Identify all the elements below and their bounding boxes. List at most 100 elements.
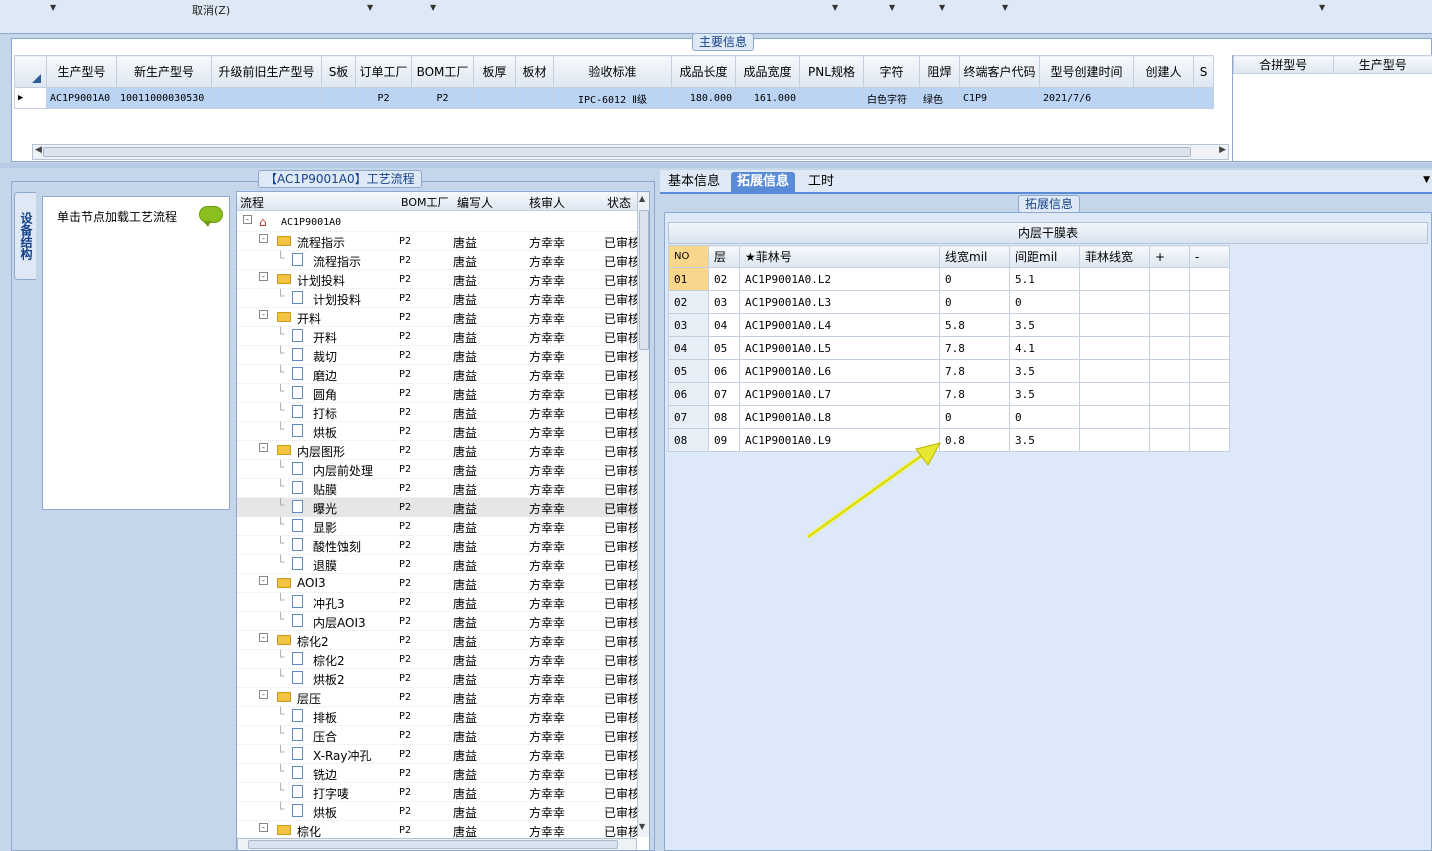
table-cell[interactable]: P2 [355,87,412,109]
chevron-down-icon[interactable]: ▼ [939,3,945,12]
table-cell[interactable]: 05 [668,359,709,383]
table-cell[interactable] [1079,428,1150,452]
tree-row[interactable]: └ 贴膜 P2 唐益 方幸幸 已审核 [237,479,640,498]
column-header[interactable]: 板材 [515,55,554,88]
column-header[interactable]: 线宽mil [939,245,1010,268]
tree-row[interactable]: └ 磨边 P2 唐益 方幸幸 已审核 [237,365,640,384]
table-cell[interactable]: 3.5 [1009,313,1080,337]
tree-row[interactable]: └ 计划投料 P2 唐益 方幸幸 已审核 [237,289,640,308]
column-header[interactable]: NO [668,245,709,268]
tree-row[interactable]: - 流程指示 P2 唐益 方幸幸 已审核 [237,232,640,251]
column-header[interactable]: BOM工厂 [411,55,474,88]
table-cell[interactable] [1079,313,1150,337]
table-cell[interactable]: 06 [708,359,740,383]
tab-extended-info[interactable]: 拓展信息 [731,172,796,194]
table-cell[interactable]: AC1P9001A0.L5 [739,336,940,360]
table-cell[interactable]: P2 [411,87,474,109]
table-cell[interactable] [1149,382,1190,406]
column-header[interactable]: 生产型号 [46,55,117,88]
table-cell[interactable]: 0.8 [939,428,1010,452]
table-cell[interactable]: 3.5 [1009,359,1080,383]
collapse-icon[interactable]: - [259,272,268,281]
chevron-down-icon[interactable]: ▼ [367,3,373,12]
table-cell[interactable] [1189,313,1230,337]
column-header[interactable]: PNL规格 [799,55,864,88]
table-row[interactable]: 03 04 AC1P9001A0.L4 5.8 3.5 [668,313,1230,337]
table-cell[interactable]: IPC-6012 Ⅱ级 [553,87,672,109]
table-cell[interactable]: 0 [939,290,1010,314]
tree-row[interactable]: └ 烘板 P2 唐益 方幸幸 已审核 [237,802,640,821]
tree-row[interactable]: - 内层图形 P2 唐益 方幸幸 已审核 [237,441,640,460]
table-cell[interactable]: 01 [668,267,709,291]
table-row[interactable]: 05 06 AC1P9001A0.L6 7.8 3.5 [668,359,1230,383]
table-cell[interactable] [1193,87,1214,109]
tree-row[interactable]: └ 烘板 P2 唐益 方幸幸 已审核 [237,422,640,441]
table-cell[interactable]: 161.000 [735,87,800,109]
column-header[interactable]: 创建人 [1133,55,1194,88]
tree-row[interactable]: └ 酸性蚀刻 P2 唐益 方幸幸 已审核 [237,536,640,555]
tree-row[interactable]: └ 显影 P2 唐益 方幸幸 已审核 [237,517,640,536]
chevron-down-icon[interactable]: ▼ [1002,3,1008,12]
column-header[interactable]: 生产型号 [1332,55,1432,74]
table-cell[interactable]: 05 [708,336,740,360]
tree-row[interactable]: └ X-Ray冲孔 P2 唐益 方幸幸 已审核 [237,745,640,764]
table-cell[interactable] [1189,290,1230,314]
tree-row[interactable]: └ 冲孔3 P2 唐益 方幸幸 已审核 [237,593,640,612]
table-cell[interactable] [1149,267,1190,291]
table-row[interactable]: 07 08 AC1P9001A0.L8 0 0 [668,405,1230,429]
table-row[interactable]: 04 05 AC1P9001A0.L5 7.8 4.1 [668,336,1230,360]
table-cell[interactable] [1149,405,1190,429]
table-cell[interactable] [1189,382,1230,406]
collapse-icon[interactable]: - [259,690,268,699]
table-cell[interactable]: AC1P9001A0.L6 [739,359,940,383]
column-header[interactable]: + [1149,245,1190,268]
tree-row[interactable]: └ 内层前处理 P2 唐益 方幸幸 已审核 [237,460,640,479]
chevron-down-icon[interactable]: ▼ [1319,3,1325,12]
tree-row[interactable]: └ 开料 P2 唐益 方幸幸 已审核 [237,327,640,346]
tree-row[interactable]: - 层压 P2 唐益 方幸幸 已审核 [237,688,640,707]
collapse-icon[interactable]: - [259,823,268,832]
column-header[interactable]: 板厚 [473,55,516,88]
tree-root[interactable]: - ⌂ AC1P9001A0 [237,213,637,232]
column-header[interactable]: BOM工厂 [401,194,449,210]
table-row[interactable]: ▶ AC1P9001A0 10011000030530 P2 P2 IPC-6012 Ⅱ级… [14,87,1214,109]
table-cell[interactable]: AC1P9001A0.L4 [739,313,940,337]
table-cell[interactable]: 02 [668,290,709,314]
column-header[interactable]: 核审人 [529,194,565,211]
table-cell[interactable]: 02 [708,267,740,291]
tree-row[interactable]: └ 铣边 P2 唐益 方幸幸 已审核 [237,764,640,783]
table-cell[interactable] [1149,336,1190,360]
table-cell[interactable]: 0 [939,405,1010,429]
table-cell[interactable]: 03 [668,313,709,337]
table-cell[interactable] [1133,87,1194,109]
table-cell[interactable]: 04 [668,336,709,360]
chevron-down-icon[interactable]: ▼ [430,3,436,12]
table-cell[interactable]: 0 [1009,405,1080,429]
collapse-icon[interactable]: - [243,215,252,224]
table-cell[interactable]: 4.1 [1009,336,1080,360]
vertical-scrollbar[interactable]: ▲ ▼ [637,192,649,837]
column-header[interactable]: 间距mil [1009,245,1080,268]
table-cell[interactable]: AC1P9001A0 [46,87,117,109]
tree-row[interactable]: - 棕化2 P2 唐益 方幸幸 已审核 [237,631,640,650]
tree-row[interactable]: - 开料 P2 唐益 方幸幸 已审核 [237,308,640,327]
table-cell[interactable] [1079,336,1150,360]
table-cell[interactable]: 7.8 [939,359,1010,383]
table-cell[interactable] [1079,405,1150,429]
cancel-button[interactable]: 取消(Z) [192,2,230,18]
tree-row[interactable]: └ 圆角 P2 唐益 方幸幸 已审核 [237,384,640,403]
table-cell[interactable] [1149,359,1190,383]
column-header[interactable]: 订单工厂 [355,55,412,88]
chevron-down-icon[interactable]: ▼ [889,3,895,12]
table-cell[interactable]: 0 [939,267,1010,291]
column-header[interactable]: 合拼型号 [1233,55,1334,74]
table-row[interactable]: 01 02 AC1P9001A0.L2 0 5.1 [668,267,1230,291]
scrollbar-thumb[interactable] [639,210,649,350]
collapse-icon[interactable]: - [259,443,268,452]
table-cell[interactable] [1079,382,1150,406]
table-cell[interactable]: 04 [708,313,740,337]
splitter[interactable] [0,163,1432,168]
tree-row[interactable]: └ 退膜 P2 唐益 方幸幸 已审核 [237,555,640,574]
column-header[interactable]: 新生产型号 [116,55,212,88]
chevron-down-icon[interactable]: ▼ [50,3,56,12]
